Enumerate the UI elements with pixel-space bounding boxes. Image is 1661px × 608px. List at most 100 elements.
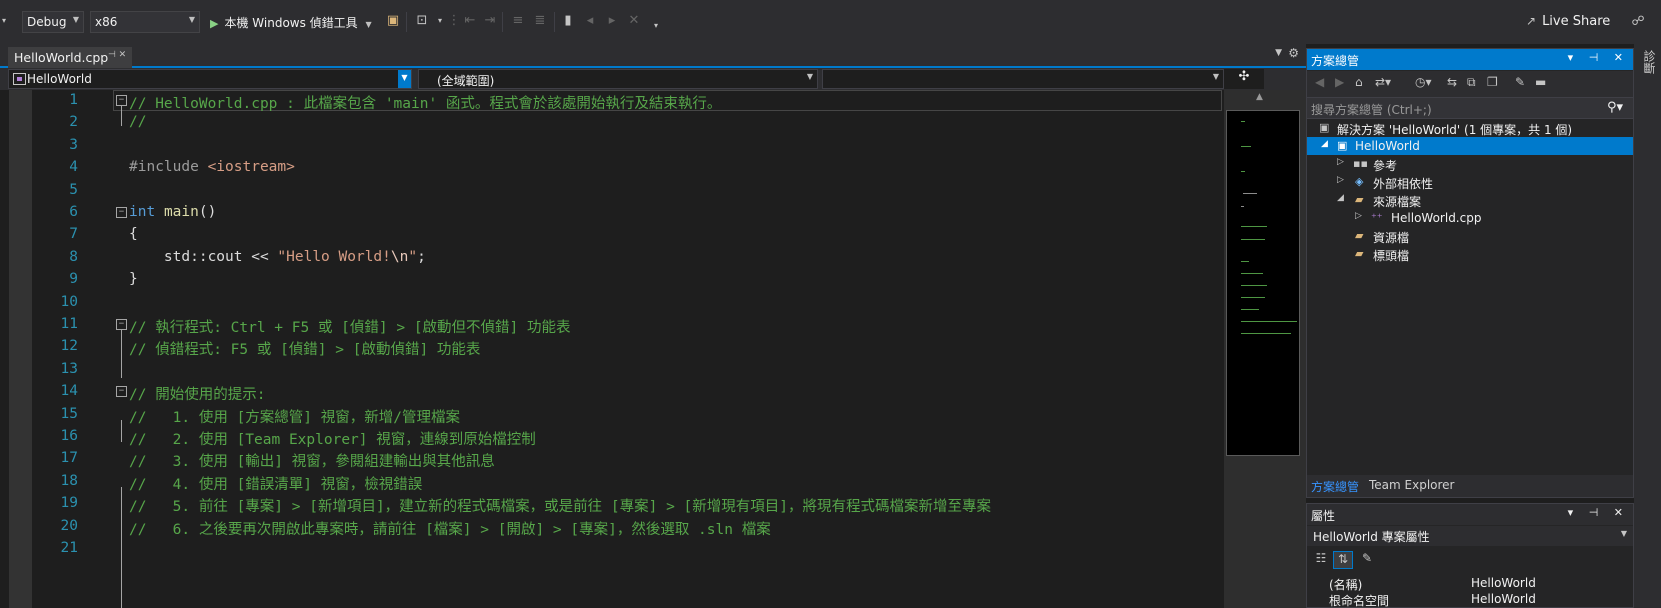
tab-solution-explorer[interactable]: 方案總管 <box>1311 478 1359 495</box>
property-value[interactable]: HelloWorld <box>1471 576 1536 590</box>
code-editor[interactable]: 1 − // HelloWorld.cpp : 此檔案包含 'main' 函式。… <box>0 90 1224 608</box>
solution-explorer-search[interactable]: 搜尋方案總管 (Ctrl+;) ⚲▾ <box>1307 97 1633 119</box>
code-line-5: 5 <box>0 180 1224 202</box>
pending-changes-filter-icon[interactable]: ◷▾ <box>1415 75 1432 89</box>
sync-icon[interactable]: ⇆ <box>1447 75 1457 89</box>
step-over-icon[interactable]: ⋮ <box>446 13 462 29</box>
references-icon: ▪▪ <box>1353 157 1368 170</box>
code-line-16: 16 // 2. 使用 [Team Explorer] 視窗，連線到原始檔控制 <box>0 426 1224 448</box>
scroll-up-icon[interactable]: ▲ <box>1256 92 1263 102</box>
collapse-toggle-icon[interactable]: − <box>116 319 127 330</box>
panel-window-buttons[interactable]: ▾ ⊣ ✕ <box>1568 51 1629 64</box>
code-line-3: 3 <box>0 135 1224 157</box>
tree-item-label: HelloWorld.cpp <box>1391 211 1482 225</box>
pin-icon[interactable]: ⊣ ✕ <box>108 50 126 60</box>
line-number: 9 <box>69 271 78 288</box>
tree-item-resource-files[interactable]: ▰ 資源檔 <box>1307 227 1633 245</box>
line-number: 16 <box>60 428 78 444</box>
cpp-file-icon: ⁺⁺ <box>1371 211 1383 224</box>
home-icon[interactable]: ⌂ <box>1355 75 1363 89</box>
solution-explorer-title-bar[interactable]: 方案總管 ▾ ⊣ ✕ <box>1307 49 1633 70</box>
tree-item-source-files[interactable]: ◢ ▰ 來源檔案 <box>1307 191 1633 209</box>
line-number: 17 <box>60 450 78 467</box>
feedback-icon[interactable]: ☍ <box>1630 14 1646 30</box>
map-mark <box>1241 239 1265 240</box>
toolbar-overflow-icon[interactable]: ▾ <box>0 13 8 29</box>
panel-window-buttons[interactable]: ▾ ⊣ ✕ <box>1568 506 1629 519</box>
switch-views-icon[interactable]: ⇄▾ <box>1375 75 1391 89</box>
property-value[interactable]: HelloWorld <box>1471 592 1536 606</box>
indent-icon[interactable]: ⇤ <box>462 13 478 29</box>
outdent-icon[interactable]: ⇥ <box>482 13 498 29</box>
collapse-all-icon[interactable]: ⧉ <box>1467 75 1476 90</box>
map-mark <box>1243 193 1257 194</box>
main-toolbar: ▾ Debug ▼ x86 ▼ ▶ 本機 Windows 偵錯工具 ▼ ▣ ⊡ ▾… <box>0 0 1661 44</box>
back-icon[interactable]: ◀ <box>1315 75 1324 89</box>
tab-list-dropdown-icon[interactable]: ▼ <box>1275 48 1282 58</box>
start-debugging-button[interactable]: ▶ 本機 Windows 偵錯工具 ▼ <box>210 12 372 32</box>
properties-wrench-icon[interactable]: ✎ <box>1515 75 1525 89</box>
tab-helloworld-cpp[interactable]: HelloWorld.cpp ⊣ ✕ <box>8 47 133 68</box>
prev-bookmark-icon[interactable]: ◂ <box>582 13 598 29</box>
configuration-dropdown[interactable]: Debug ▼ <box>22 11 84 33</box>
folder-icon: ▰ <box>1355 229 1364 242</box>
tree-item-label: 標頭檔 <box>1373 249 1410 263</box>
forward-icon[interactable]: ▶ <box>1335 75 1344 89</box>
document-tab-well: HelloWorld.cpp ⊣ ✕ ▼ ⚙ <box>0 44 1306 68</box>
clear-bookmarks-icon[interactable]: ✕ <box>626 13 642 29</box>
gear-icon[interactable]: ⚙ <box>1288 46 1299 60</box>
solution-explorer-panel: 方案總管 ▾ ⊣ ✕ ◀ ▶ ⌂ ⇄▾ ◷▾ ⇆ ⧉ ❐ ✎ ▬ 搜尋方案總管 … <box>1306 48 1634 498</box>
expanded-arrow-icon[interactable]: ◢ <box>1321 139 1328 149</box>
tree-item-helloworld-cpp[interactable]: ▷ ⁺⁺ HelloWorld.cpp <box>1307 209 1633 227</box>
bookmark-icon[interactable]: ▮ <box>560 13 576 29</box>
line-number: 20 <box>60 517 78 534</box>
code-text: int main() <box>129 204 216 220</box>
alphabetical-icon[interactable]: ⇅ <box>1333 551 1353 569</box>
tree-item-references[interactable]: ▷ ▪▪ 參考 <box>1307 155 1633 173</box>
code-text: // 2. 使用 [Team Explorer] 視窗，連線到原始檔控制 <box>129 432 536 448</box>
properties-title-bar[interactable]: 屬性 ▾ ⊣ ✕ <box>1307 504 1633 525</box>
collapsed-arrow-icon[interactable]: ▷ <box>1355 211 1362 221</box>
property-pages-icon[interactable]: ✎ <box>1357 551 1377 569</box>
open-folder-icon[interactable]: ▣ <box>385 13 401 29</box>
uncomment-icon[interactable]: ≣ <box>532 13 548 29</box>
code-line-17: 17 // 3. 使用 [輸出] 視窗，參閱組建輸出與其他訊息 <box>0 448 1224 470</box>
browser-link-icon[interactable]: ⊡ <box>414 13 430 29</box>
line-number: 15 <box>60 405 78 422</box>
split-window-button[interactable]: ✣ <box>1224 69 1264 89</box>
categorized-icon[interactable]: ☷ <box>1311 551 1331 569</box>
next-bookmark-icon[interactable]: ▸ <box>604 13 620 29</box>
chevron-down-icon[interactable]: ▾ <box>648 18 664 34</box>
properties-object-dropdown[interactable]: HelloWorld 專案屬性 ▼ <box>1307 526 1633 546</box>
collapse-toggle-icon[interactable]: − <box>116 95 127 106</box>
collapsed-arrow-icon[interactable]: ▷ <box>1337 157 1344 167</box>
tab-team-explorer[interactable]: Team Explorer <box>1369 478 1455 492</box>
toolbar-separator <box>502 12 503 32</box>
tree-item-header-files[interactable]: ▰ 標頭檔 <box>1307 245 1633 263</box>
scope-dropdown[interactable]: (全域範圍) ▼ <box>418 69 818 89</box>
collapsed-arrow-icon[interactable]: ▷ <box>1337 175 1344 185</box>
navigation-bar: HelloWorld ▼ (全域範圍) ▼ ▼ ✣ <box>0 68 1306 90</box>
line-number: 19 <box>60 495 78 512</box>
tree-item-external-dependencies[interactable]: ▷ ◈ 外部相依性 <box>1307 173 1633 191</box>
property-row[interactable]: 根命名空間 HelloWorld <box>1307 590 1633 608</box>
solution-explorer-title: 方案總管 <box>1311 54 1360 68</box>
member-dropdown[interactable]: ▼ <box>822 69 1224 89</box>
search-icon[interactable]: ⚲▾ <box>1607 100 1623 115</box>
tree-item-project[interactable]: ◢ ▣ HelloWorld <box>1307 137 1633 155</box>
comment-icon[interactable]: ≡ <box>510 13 526 29</box>
diagnostics-side-tab[interactable]: 診斷 <box>1634 44 1661 608</box>
project-dropdown[interactable]: HelloWorld ▼ <box>8 69 412 89</box>
tree-item-solution[interactable]: ▣ 解決方案 'HelloWorld' (1 個專案，共 1 個) <box>1307 119 1633 137</box>
collapse-toggle-icon[interactable]: − <box>116 207 127 218</box>
line-number: 3 <box>69 136 78 153</box>
preview-icon[interactable]: ▬ <box>1535 75 1546 89</box>
expanded-arrow-icon[interactable]: ◢ <box>1337 193 1344 203</box>
vertical-scrollbar[interactable]: ▲ <box>1224 90 1306 608</box>
live-share-button[interactable]: ↗ Live Share <box>1526 14 1610 29</box>
platform-dropdown[interactable]: x86 ▼ <box>90 11 200 33</box>
scrollbar-map[interactable] <box>1226 110 1300 456</box>
map-mark <box>1241 171 1245 172</box>
show-all-files-icon[interactable]: ❐ <box>1487 75 1498 89</box>
collapse-toggle-icon[interactable]: − <box>116 386 127 398</box>
